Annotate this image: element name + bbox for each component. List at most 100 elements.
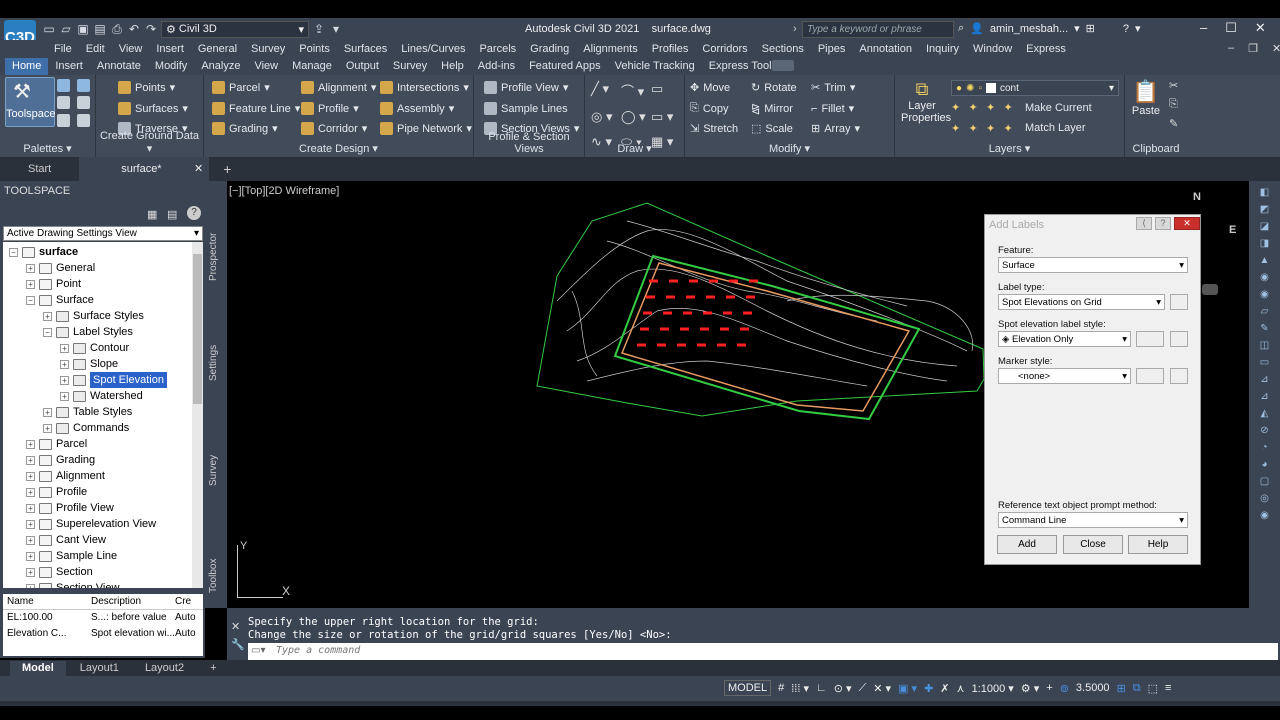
annotation-icon[interactable]: ✚ (924, 682, 933, 695)
ground-data-title[interactable]: Create Ground Data ▾ (96, 130, 203, 155)
compass-east[interactable]: E (1229, 224, 1236, 236)
rectangle-icon[interactable]: ▭ ▾ (651, 109, 681, 125)
tree-item[interactable]: + Slope (60, 356, 118, 372)
osnap-tracking-icon[interactable]: ✕ ▾ (873, 682, 891, 695)
layer-properties-button[interactable]: ⧉ Layer Properties (901, 79, 951, 124)
properties-icon[interactable] (57, 79, 70, 92)
tree-item[interactable]: − surface (9, 244, 78, 260)
menu-item[interactable]: File (47, 43, 79, 55)
layers-title[interactable]: Layers ▾ (895, 142, 1124, 155)
expand-icon[interactable]: + (26, 551, 35, 561)
feature-line-button[interactable]: Feature Line ▾ (212, 102, 300, 115)
corridor-button[interactable]: Corridor ▾ (301, 122, 367, 135)
tree-item[interactable]: + Grading (26, 452, 95, 468)
tool-icon[interactable]: ◨ (1260, 238, 1269, 249)
copy-button[interactable]: ⎘ Copy (690, 102, 729, 115)
tree-item[interactable]: + Section View (26, 580, 119, 588)
list-icon[interactable]: ▤ (167, 208, 177, 221)
isodraft-icon[interactable]: ⟋ (859, 682, 867, 695)
expand-icon[interactable]: + (43, 407, 52, 417)
tree-item[interactable]: + General (26, 260, 95, 276)
new-icon[interactable]: ▭ (42, 22, 56, 36)
tool-icon[interactable]: ◕ (1261, 459, 1267, 470)
ribbon-tab[interactable]: View (247, 58, 285, 75)
ribbon-tab[interactable]: Insert (48, 58, 90, 75)
collapse-icon[interactable]: − (9, 247, 18, 257)
menu-item[interactable]: Grading (523, 43, 576, 55)
save-icon[interactable]: ▣ (76, 22, 90, 36)
help-icon[interactable]: ? (1155, 217, 1171, 230)
ribbon-tab[interactable]: Featured Apps (522, 58, 608, 75)
menu-item[interactable]: Express (1019, 43, 1073, 55)
ribbon-tab[interactable]: Add-ins (471, 58, 522, 75)
scale-dropdown[interactable]: 1:1000 ▾ (972, 682, 1014, 695)
menu-item[interactable]: Surfaces (337, 43, 394, 55)
user-name[interactable]: amin_mesbah... (990, 23, 1068, 35)
fillet-button[interactable]: ⌐ Fillet ▾ (811, 102, 854, 116)
feature-dropdown[interactable]: Surface ▾ (998, 257, 1188, 273)
tool-icon[interactable]: ⊿ (1260, 374, 1268, 385)
tree-item[interactable]: − Surface (26, 292, 94, 308)
status-tool-icon[interactable]: ⊞ (1117, 682, 1126, 695)
annotation-scale-icon[interactable]: ⋏ (957, 682, 965, 695)
points-button[interactable]: Points ▾ (118, 81, 175, 94)
sample-lines-button[interactable]: Sample Lines (484, 102, 568, 115)
open-icon[interactable]: ▱ (59, 22, 73, 36)
tree-item[interactable]: + Superelevation View (26, 516, 156, 532)
plus-icon[interactable]: + (1046, 682, 1052, 694)
tab-settings[interactable]: Settings (208, 345, 219, 381)
qat-customize-icon[interactable]: ▾ (329, 22, 343, 36)
profile-button[interactable]: Profile ▾ (301, 102, 359, 115)
tree-item[interactable]: + Point (26, 276, 81, 292)
fullscreen-icon[interactable]: ⬚ (1148, 682, 1158, 695)
close-icon[interactable]: ✕ (1272, 42, 1280, 55)
layer-off-icon[interactable]: ✦ (951, 101, 969, 114)
parcel-button[interactable]: Parcel ▾ (212, 81, 270, 94)
command-input[interactable]: Type a command (248, 643, 1278, 660)
expand-icon[interactable]: + (26, 439, 35, 449)
tab-toolbox[interactable]: Toolbox (208, 559, 219, 593)
tree-item[interactable]: + Profile View (26, 500, 114, 516)
close-icon[interactable]: ✕ (1255, 20, 1266, 36)
stretch-button[interactable]: ⇲ Stretch (690, 122, 738, 136)
menu-item[interactable]: View (112, 43, 150, 55)
annotation-visibility-icon[interactable]: ✗ (940, 682, 949, 695)
expand-icon[interactable]: + (60, 343, 69, 353)
menu-item[interactable]: Parcels (472, 43, 523, 55)
close-button[interactable]: Close (1063, 535, 1123, 554)
ribbon-tab[interactable]: Help (434, 58, 471, 75)
scale-button[interactable]: ⬚ Scale (751, 122, 793, 136)
expand-icon[interactable]: + (26, 263, 35, 273)
col-created[interactable]: Cre (175, 594, 191, 609)
tree-item[interactable]: + Watershed (60, 388, 143, 404)
trim-button[interactable]: ✂ Trim ▾ (811, 81, 855, 95)
wrench-icon[interactable]: 🔧 (231, 638, 245, 651)
menu-item[interactable]: Insert (149, 43, 191, 55)
tool-icon[interactable]: ◉ (1260, 510, 1269, 521)
create-design-title[interactable]: Create Design ▾ (204, 142, 473, 155)
ref-prompt-dropdown[interactable]: Command Line ▾ (998, 512, 1188, 528)
pipe-network-button[interactable]: Pipe Network ▾ (380, 122, 472, 135)
table-row[interactable]: Elevation C... Spot elevation wi... Auto (3, 626, 203, 642)
ribbon-tab[interactable]: Survey (386, 58, 434, 75)
design-center-icon[interactable] (77, 96, 90, 110)
viewcube-wcs[interactable] (1202, 284, 1218, 295)
menu-item[interactable]: Edit (79, 43, 112, 55)
grid-icon[interactable]: # (778, 682, 784, 694)
tool-icon[interactable]: ▲ (1260, 255, 1270, 266)
tree-icon[interactable]: ▦ (147, 208, 157, 221)
col-name[interactable]: Name (7, 594, 91, 609)
rotate-button[interactable]: ↻ Rotate (751, 81, 797, 95)
palettes-title[interactable]: Palettes ▾ (0, 142, 95, 155)
viewport-label[interactable]: [−][Top][2D Wireframe] (229, 185, 339, 197)
new-tab-icon[interactable]: + (209, 157, 245, 181)
expand-icon[interactable]: + (60, 375, 69, 385)
model-space-button[interactable]: MODEL (724, 680, 772, 696)
marker-style-dropdown[interactable]: <none> ▾ (998, 368, 1131, 384)
workspace-selector[interactable]: ⚙ Civil 3D ▾ (161, 20, 309, 38)
polyline-icon[interactable]: ⌒ ▾ (621, 81, 651, 100)
paste-button[interactable]: 📋 Paste (1131, 79, 1161, 117)
tool-icon[interactable]: ▢ (1260, 476, 1269, 487)
move-button[interactable]: ✥ Move (690, 81, 730, 95)
tool-icon[interactable]: ◪ (1260, 221, 1269, 232)
